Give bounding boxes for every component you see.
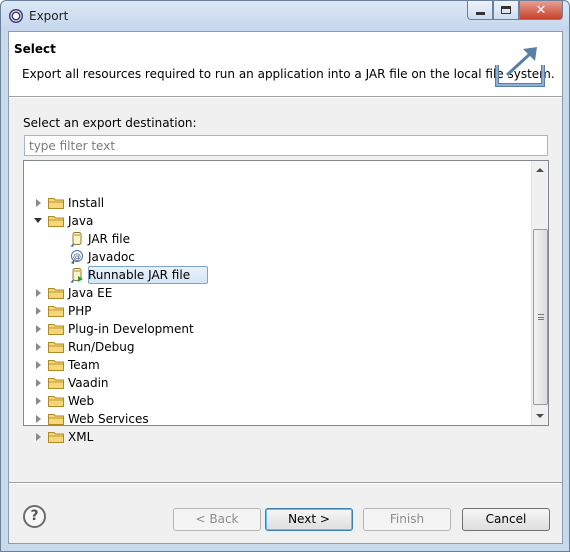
tree-node-label: Java EE: [68, 286, 113, 300]
scroll-down-icon[interactable]: [536, 414, 544, 418]
dialog-client-area: Select Export all resources required to …: [8, 31, 563, 544]
tree-node-folder[interactable]: Vaadin: [24, 374, 524, 392]
export-dialog-window: Export ✕ Select Export all resources req…: [0, 0, 570, 552]
back-button[interactable]: < Back: [173, 508, 261, 531]
tree-node-label: Web Services: [68, 412, 149, 426]
folder-icon: [48, 341, 64, 353]
expand-closed-icon[interactable]: [36, 289, 41, 297]
finish-button[interactable]: Finish: [363, 508, 451, 531]
folder-icon: [48, 395, 64, 407]
tree-node-folder[interactable]: Web: [24, 392, 524, 410]
vertical-scrollbar[interactable]: [531, 161, 548, 425]
tree-node-folder[interactable]: Plug-in Development: [24, 320, 524, 338]
window-title: Export: [29, 9, 69, 23]
scroll-up-icon[interactable]: [536, 168, 544, 172]
export-wizard-icon: [495, 47, 545, 87]
close-icon: ✕: [535, 2, 547, 18]
wizard-banner: Select Export all resources required to …: [9, 32, 562, 97]
window-controls: ✕: [467, 1, 563, 21]
page-title: Select: [14, 42, 56, 56]
tree-node-folder[interactable]: Java EE: [24, 284, 524, 302]
expand-closed-icon[interactable]: [36, 397, 41, 405]
tree-node-label: JAR file: [88, 232, 130, 246]
tree-node-label: Vaadin: [68, 376, 109, 390]
eclipse-icon: [9, 9, 23, 23]
jar-file-icon: [70, 231, 84, 247]
expand-closed-icon[interactable]: [36, 361, 41, 369]
folder-icon: [48, 431, 64, 443]
tree-node-label: XML: [68, 430, 94, 444]
tree-node-folder[interactable]: Run/Debug: [24, 338, 524, 356]
folder-icon: [48, 359, 64, 371]
folder-icon: [48, 287, 64, 299]
tree-node-folder[interactable]: Web Services: [24, 410, 524, 428]
tree-node-folder[interactable]: Java: [24, 212, 524, 230]
expand-closed-icon[interactable]: [36, 379, 41, 387]
banner-separator: [9, 97, 562, 98]
runnable-jar-icon: [70, 267, 84, 283]
maximize-icon: [501, 6, 511, 14]
tree-node-folder[interactable]: Team: [24, 356, 524, 374]
tree-node-label: Web: [68, 394, 95, 408]
tree-node-label: Javadoc: [88, 250, 135, 264]
tree-node-folder[interactable]: Install: [24, 194, 524, 212]
maximize-button[interactable]: [493, 1, 519, 20]
destination-label: Select an export destination:: [23, 116, 197, 130]
close-button[interactable]: ✕: [519, 1, 563, 20]
folder-icon: [48, 323, 64, 335]
tree-node-label: Run/Debug: [68, 340, 135, 354]
folder-icon: [48, 377, 64, 389]
title-bar[interactable]: Export ✕: [1, 1, 569, 31]
tree-node-wizard[interactable]: Runnable JAR file: [24, 266, 524, 284]
expand-closed-icon[interactable]: [36, 415, 41, 423]
scroll-grip-icon: [538, 314, 544, 320]
tree-content: Install Java JAR file @ Javadoc Runnable JAR …: [24, 161, 530, 444]
scroll-thumb[interactable]: [533, 229, 548, 405]
tree-node-label: PHP: [68, 304, 92, 318]
tree-node-wizard[interactable]: @ Javadoc: [24, 248, 524, 266]
tree-node-folder[interactable]: XML: [24, 428, 524, 446]
help-button[interactable]: ?: [23, 505, 46, 528]
expand-open-icon[interactable]: [34, 218, 42, 223]
button-bar-separator-highlight: [9, 483, 562, 484]
tree-node-label: Team: [68, 358, 100, 372]
folder-icon: [48, 215, 64, 227]
svg-text:@: @: [73, 252, 81, 261]
expand-closed-icon[interactable]: [36, 343, 41, 351]
javadoc-icon: @: [70, 249, 84, 265]
expand-closed-icon[interactable]: [36, 307, 41, 315]
folder-icon: [48, 413, 64, 425]
page-description: Export all resources required to run an …: [22, 67, 555, 81]
tree-node-folder[interactable]: PHP: [24, 302, 524, 320]
minimize-icon: [475, 11, 485, 15]
expand-closed-icon[interactable]: [36, 325, 41, 333]
tree-node-label: Install: [68, 196, 105, 210]
tree-node-label: Java: [68, 214, 94, 228]
tree-node-wizard[interactable]: JAR file: [24, 230, 524, 248]
tree-node-label: Runnable JAR file: [88, 268, 191, 282]
destination-tree: Install Java JAR file @ Javadoc Runnable JAR …: [23, 160, 549, 444]
filter-input[interactable]: [24, 135, 548, 156]
expand-closed-icon[interactable]: [36, 199, 41, 207]
folder-icon: [48, 197, 64, 209]
cancel-button[interactable]: Cancel: [462, 508, 550, 531]
expand-closed-icon[interactable]: [36, 433, 41, 441]
folder-icon: [48, 305, 64, 317]
minimize-button[interactable]: [467, 1, 493, 20]
next-button[interactable]: Next >: [265, 508, 353, 531]
tree-node-label: Plug-in Development: [68, 322, 194, 336]
